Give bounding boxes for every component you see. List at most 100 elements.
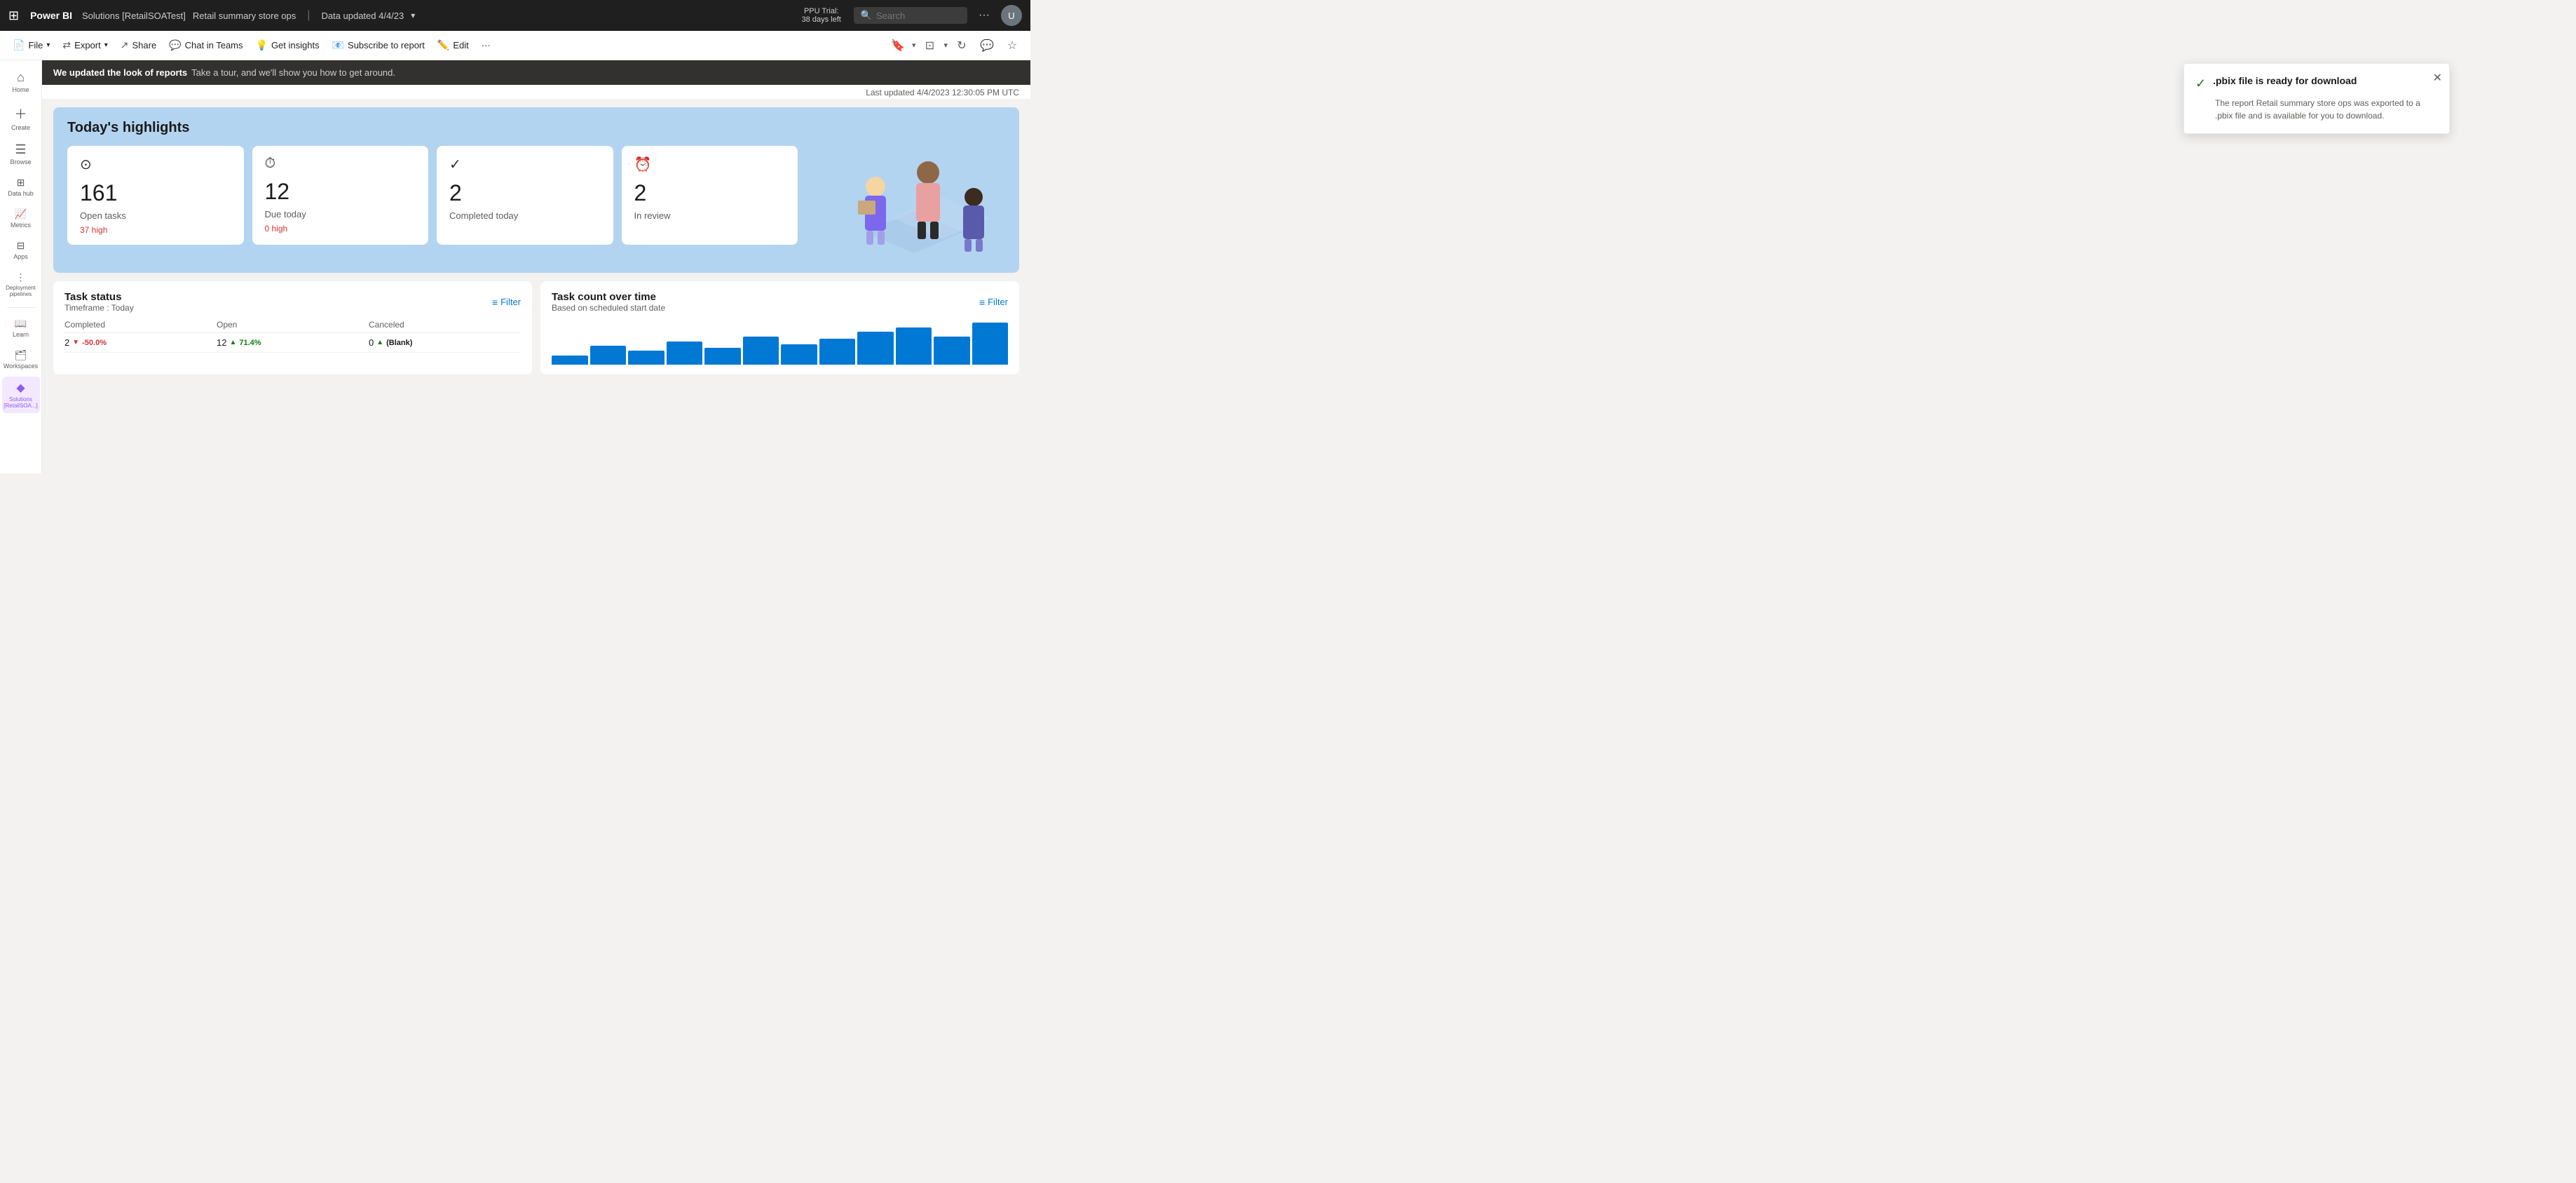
refresh-button[interactable]: ↻ — [950, 34, 973, 57]
bar-8 — [819, 339, 856, 365]
sidebar: ⌂ Home ＋ Create ☰ Browse ⊞ Data hub 📈 Me… — [0, 60, 42, 473]
deployment-icon: ⋮ — [16, 271, 26, 283]
open-tasks-number: 161 — [80, 180, 231, 206]
bar-9 — [857, 332, 894, 365]
get-insights-button[interactable]: 💡 Get insights — [250, 36, 325, 55]
sidebar-item-learn[interactable]: 📖 Learn — [2, 313, 40, 342]
in-review-number: 2 — [634, 180, 786, 206]
highlights-left: Today's highlights ⊙ 161 Open tasks 37 h… — [67, 120, 798, 245]
chart-bars — [552, 323, 1008, 365]
highlights-cards: ⊙ 161 Open tasks 37 high ⏱ 12 Due today … — [67, 146, 798, 245]
main-content: Today's highlights ⊙ 161 Open tasks 37 h… — [42, 99, 1030, 383]
grid-icon[interactable]: ⊞ — [8, 8, 19, 23]
open-value: 12 — [217, 337, 226, 348]
more-toolbar-button[interactable]: ··· — [476, 36, 496, 54]
target-icon: ⊙ — [80, 156, 231, 173]
bar-5 — [704, 348, 741, 365]
task-count-subtitle: Based on scheduled start date — [552, 303, 665, 313]
sidebar-item-browse[interactable]: ☰ Browse — [2, 138, 40, 170]
sidebar-item-solutions[interactable]: ◆ Solutions [RetailSOA...] — [2, 377, 40, 413]
insights-icon: 💡 — [256, 39, 268, 51]
view-button[interactable]: ⊡ — [918, 34, 941, 57]
bookmark-chevron-icon[interactable]: ▾ — [912, 41, 916, 50]
nav-separator: | — [307, 9, 310, 22]
open-tasks-label: Open tasks — [80, 210, 231, 221]
share-button[interactable]: ↗ Share — [115, 36, 162, 55]
chevron-down-icon[interactable]: ▾ — [411, 11, 415, 20]
view-chevron-icon[interactable]: ▾ — [943, 41, 948, 50]
down-arrow-icon: ▼ — [72, 339, 79, 346]
learn-icon: 📖 — [15, 318, 27, 330]
file-chevron-icon: ▾ — [46, 41, 50, 49]
toolbar-right-actions: 🔖 ▾ ⊡ ▾ ↻ 💬 ☆ — [887, 34, 1023, 57]
sidebar-item-deployment[interactable]: ⋮ Deployment pipelines — [2, 267, 40, 302]
canceled-pct: (Blank) — [386, 339, 412, 347]
notification-close-button[interactable]: ✕ — [2433, 71, 2442, 85]
export-icon: ⇄ — [62, 39, 71, 51]
edit-button[interactable]: ✏️ Edit — [432, 36, 475, 55]
col-completed: Completed — [64, 320, 217, 330]
task-status-filter-button[interactable]: ≡ Filter — [492, 297, 521, 308]
col-canceled: Canceled — [369, 320, 521, 330]
sidebar-item-create[interactable]: ＋ Create — [2, 100, 40, 135]
more-options-icon[interactable]: ··· — [979, 9, 990, 22]
subscribe-icon: 📧 — [332, 39, 344, 51]
due-today-sub: 0 high — [265, 224, 416, 234]
bar-3 — [628, 351, 665, 365]
check-icon: ✓ — [449, 156, 601, 173]
bar-6 — [743, 337, 779, 365]
bottom-panels: Task status Timeframe : Today ≡ Filter C… — [53, 281, 1019, 374]
bookmark-button[interactable]: 🔖 — [887, 34, 909, 57]
export-button[interactable]: ⇄ Export ▾ — [57, 36, 113, 55]
task-count-header: Task count over time Based on scheduled … — [552, 291, 1008, 313]
data-updated: Data updated 4/4/23 — [321, 11, 404, 21]
notification-title: .pbix file is ready for download — [2213, 75, 2357, 86]
share-icon: ↗ — [121, 39, 129, 51]
search-box[interactable]: 🔍 — [854, 7, 967, 24]
task-status-table-header: Completed Open Canceled — [64, 320, 521, 333]
favorite-button[interactable]: ☆ — [1001, 34, 1023, 57]
task-status-header: Task status Timeframe : Today ≡ Filter — [64, 291, 521, 313]
sidebar-item-apps[interactable]: ⊟ Apps — [2, 236, 40, 264]
task-status-title: Task status — [64, 291, 134, 303]
file-icon: 📄 — [13, 39, 25, 51]
create-icon: ＋ — [15, 104, 27, 123]
table-row: 2 ▼ -50.0% 12 ▲ 71.4% 0 ▲ (Blank) — [64, 333, 521, 353]
content-area: We updated the look of reports Take a to… — [42, 60, 1030, 473]
cell-open: 12 ▲ 71.4% — [217, 337, 369, 348]
open-tasks-sub: 37 high — [80, 225, 231, 235]
sidebar-item-label: Workspaces — [4, 363, 38, 370]
task-status-panel: Task status Timeframe : Today ≡ Filter C… — [53, 281, 532, 374]
timer-icon: ⏰ — [634, 156, 786, 173]
report-title: Retail summary store ops — [193, 11, 296, 21]
edit-icon: ✏️ — [437, 39, 449, 51]
sidebar-item-workspaces[interactable]: 🗂 Workspaces — [2, 345, 40, 374]
subscribe-button[interactable]: 📧 Subscribe to report — [327, 36, 430, 55]
open-pct: 71.4% — [239, 339, 261, 347]
sidebar-item-label: Learn — [13, 331, 29, 338]
completed-value: 2 — [64, 337, 69, 348]
sidebar-item-datahub[interactable]: ⊞ Data hub — [2, 173, 40, 201]
completed-today-card: ✓ 2 Completed today — [437, 146, 613, 245]
highlights-title: Today's highlights — [67, 120, 798, 136]
sidebar-divider — [7, 307, 35, 308]
avatar[interactable]: U — [1001, 5, 1022, 26]
toolbar: 📄 File ▾ ⇄ Export ▾ ↗ Share 💬 Chat in Te… — [0, 31, 1030, 60]
banner-text: Take a tour, and we'll show you how to g… — [191, 67, 395, 78]
due-today-label: Due today — [265, 209, 416, 219]
chat-in-teams-button[interactable]: 💬 Chat in Teams — [163, 36, 248, 55]
sidebar-item-label: Home — [12, 86, 29, 93]
task-count-filter-button[interactable]: ≡ Filter — [979, 297, 1008, 308]
sidebar-item-label: Solutions [RetailSOA...] — [4, 396, 37, 409]
sidebar-item-home[interactable]: ⌂ Home — [2, 66, 40, 97]
workspace-name: Solutions [RetailSOATest] — [82, 11, 186, 21]
sidebar-item-label: Apps — [13, 253, 28, 260]
file-button[interactable]: 📄 File ▾ — [7, 36, 55, 55]
completed-today-number: 2 — [449, 180, 601, 206]
search-input[interactable] — [876, 11, 960, 21]
sidebar-item-metrics[interactable]: 📈 Metrics — [2, 204, 40, 233]
illustration-svg — [823, 120, 1005, 260]
comments-button[interactable]: 💬 — [976, 34, 998, 57]
bar-12 — [972, 323, 1009, 365]
apps-icon: ⊟ — [17, 240, 25, 252]
